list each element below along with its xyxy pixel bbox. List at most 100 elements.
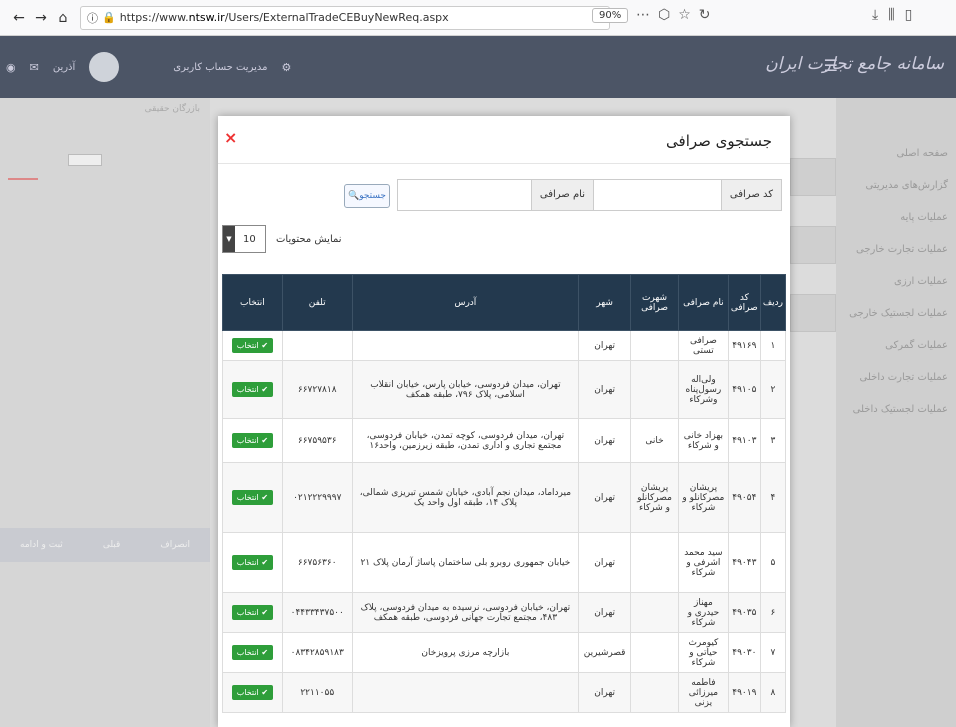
cell-select: ✔ انتخاب — [222, 672, 283, 713]
col-phone[interactable]: تلفن — [281, 274, 353, 331]
select-button[interactable]: ✔ انتخاب — [231, 433, 274, 448]
cell-name: فاطمه میرزائی یزنی — [677, 672, 729, 713]
sidebar-item-reports[interactable]: گزارش‌های مدیریتی — [836, 170, 956, 202]
select-button[interactable]: ✔ انتخاب — [231, 338, 274, 353]
account-management-link[interactable]: مدیریت حساب کاربری — [173, 62, 267, 73]
cell-index: ۲ — [759, 360, 787, 419]
cell-city: تهران — [578, 462, 632, 533]
sidebar-item-foreign-logistics[interactable]: عملیات لجستیک خارجی — [836, 298, 956, 330]
cell-index: ۸ — [759, 672, 787, 713]
library-icon[interactable]: ⫼ — [888, 7, 894, 23]
search-button[interactable]: 🔍جستجو — [344, 184, 390, 208]
exchange-name-input[interactable] — [396, 179, 531, 211]
table-row: ۲ ۴۹۱۰۵ ولی‌اله رسول‌پناه وشرکاء تهران تهران… — [222, 360, 787, 419]
cell-phone: ۰۸۳۴۲۸۵۹۱۸۳ — [281, 632, 353, 673]
pocket-icon[interactable]: ⬡ — [658, 7, 670, 23]
sidebar-item-foreign-trade[interactable]: عملیات تجارت خارجی — [836, 234, 956, 266]
info-icon[interactable]: ⓘ — [87, 10, 98, 26]
forward-icon[interactable]: → — [30, 7, 52, 29]
col-code[interactable]: کد صرافی — [727, 274, 761, 331]
exchange-code-input[interactable] — [586, 179, 721, 211]
cell-select: ✔ انتخاب — [222, 462, 283, 533]
modal-header: × جستجوی صرافی — [218, 116, 790, 164]
cell-phone — [281, 330, 353, 361]
table-row: ۳ ۴۹۱۰۳ بهزاد خانی و شرکاء خانی تهران تهران، … — [222, 418, 787, 463]
col-name[interactable]: نام صرافی — [677, 274, 729, 331]
cell-phone: ۰۲۱۲۲۲۹۹۹۷ — [281, 462, 353, 533]
user-name[interactable]: آذرین — [53, 62, 75, 73]
select-button[interactable]: ✔ انتخاب — [231, 645, 274, 660]
download-icon[interactable]: ⤓ — [872, 7, 878, 23]
col-fame[interactable]: شهرت صرافی — [630, 274, 679, 331]
cell-select: ✔ انتخاب — [222, 330, 283, 361]
col-city[interactable]: شهر — [578, 274, 632, 331]
sidebar-item-customs[interactable]: عملیات گمرکی — [836, 330, 956, 362]
select-button[interactable]: ✔ انتخاب — [231, 555, 274, 570]
select-button[interactable]: ✔ انتخاب — [231, 490, 274, 505]
cell-name: کیومرث حیاتی و شرکاء — [677, 632, 729, 673]
notification-icon[interactable]: ◉ — [6, 61, 16, 74]
name-field-group: نام صرافی — [396, 179, 594, 211]
bookmark-star-icon[interactable]: ☆ — [678, 7, 691, 23]
select-button[interactable]: ✔ انتخاب — [231, 605, 274, 620]
cell-select: ✔ انتخاب — [222, 592, 283, 633]
sidebar-item-domestic-logistics[interactable]: عملیات لجستیک داخلی — [836, 394, 956, 426]
lock-icon: 🔒 — [102, 11, 116, 24]
cell-city: تهران — [578, 532, 632, 593]
sidebar-toggle-icon[interactable]: ▯ — [905, 7, 913, 23]
modal-title: جستجوی صرافی — [666, 132, 772, 150]
cell-fame — [630, 330, 679, 361]
home-icon[interactable]: ⌂ — [52, 7, 74, 29]
cell-city: تهران — [578, 360, 632, 419]
col-address[interactable]: آدرس — [351, 274, 580, 331]
form-field — [790, 158, 836, 196]
cell-city: تهران — [578, 330, 632, 361]
sidebar-item-home[interactable]: صفحه اصلی — [836, 138, 956, 170]
search-row: کد صرافی نام صرافی 🔍جستجو — [218, 176, 790, 216]
sidebar-item-base[interactable]: عملیات پایه — [836, 202, 956, 234]
sidebar-item-domestic-trade[interactable]: عملیات تجارت داخلی — [836, 362, 956, 394]
cell-city: تهران — [578, 418, 632, 463]
close-icon[interactable]: × — [224, 128, 237, 147]
mail-icon[interactable]: ✉ — [30, 61, 39, 74]
gear-icon[interactable]: ⚙ — [282, 61, 292, 74]
table-row: ۵ ۴۹۰۴۳ سید محمد اشرفی و شرکاء تهران خیابان … — [222, 532, 787, 593]
reload-icon[interactable]: ↻ — [699, 7, 711, 23]
page-size-label: نمایش محتویات — [276, 233, 342, 245]
previous-button[interactable]: قبلی — [103, 540, 121, 550]
cell-fame: خانی — [630, 418, 679, 463]
save-continue-button[interactable]: ثبت و ادامه — [20, 540, 63, 550]
back-icon[interactable]: ← — [8, 7, 30, 29]
col-select: انتخاب — [222, 274, 283, 331]
cell-name: صرافی تستی — [677, 330, 729, 361]
cell-address: خیابان جمهوری روبرو بلی ساختمان پاساژ آر… — [351, 532, 580, 593]
cancel-button[interactable]: انصراف — [160, 540, 190, 550]
cell-fame — [630, 592, 679, 633]
zoom-level[interactable]: 90% — [592, 8, 629, 23]
cell-code: ۴۹۰۴۳ — [727, 532, 761, 593]
page-size-select[interactable]: ▼ 10 — [222, 225, 266, 253]
address-bar[interactable]: ⓘ 🔒 https://www.ntsw.ir/Users/ExternalTr… — [80, 5, 610, 30]
table-row: ۷ ۴۹۰۳۰ کیومرث حیاتی و شرکاء قصرشیرین بازارچ… — [222, 632, 787, 673]
cell-code: ۴۹۱۰۳ — [727, 418, 761, 463]
cell-city: تهران — [578, 672, 632, 713]
cell-fame — [630, 532, 679, 593]
cell-code: ۴۹۱۰۵ — [727, 360, 761, 419]
cell-name: مهناز حیدری و شرکاء — [677, 592, 729, 633]
form-toolbar: ثبت و ادامه قبلی انصراف — [0, 528, 210, 562]
select-button[interactable]: ✔ انتخاب — [231, 382, 274, 397]
cell-city: قصرشیرین — [578, 632, 632, 673]
sidebar-item-currency[interactable]: عملیات ارزی — [836, 266, 956, 298]
col-index[interactable]: ردیف — [759, 274, 787, 331]
cell-phone: ۰۴۴۳۳۴۳۷۵۰۰ — [281, 592, 353, 633]
avatar[interactable] — [89, 52, 120, 82]
cell-index: ۶ — [759, 592, 787, 633]
more-icon[interactable]: ⋯ — [636, 7, 650, 23]
cell-code: ۴۹۱۶۹ — [727, 330, 761, 361]
form-field — [790, 226, 836, 264]
exchange-search-modal: × جستجوی صرافی کد صرافی نام صرافی 🔍جستجو… — [218, 116, 790, 727]
name-label: نام صرافی — [530, 179, 594, 211]
select-button[interactable]: ✔ انتخاب — [231, 685, 274, 700]
table-row: ۴ ۴۹۰۵۴ پریشان مصرکانلو و شرکاء پریشان مصرک… — [222, 462, 787, 533]
cell-address: میرداماد، میدان نجم آبادی، خیابان شمس تب… — [351, 462, 580, 533]
